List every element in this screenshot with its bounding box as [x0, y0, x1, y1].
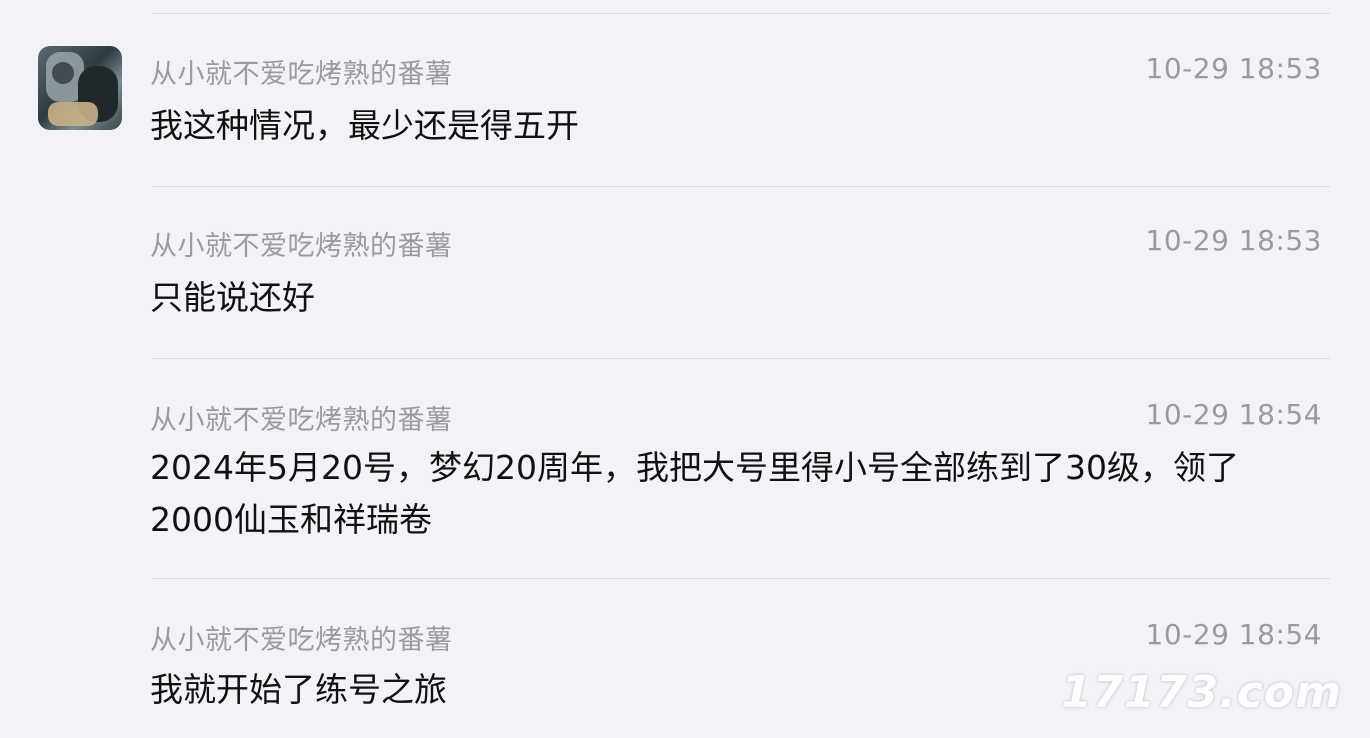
message-text: 2024年5月20号，梦幻20周年，我把大号里得小号全部练到了30级，领了200…: [150, 448, 1239, 539]
message-username[interactable]: 从小就不爱吃烤熟的番薯: [150, 224, 453, 263]
message-timestamp: 10-29 18:53: [1145, 224, 1322, 257]
divider: [152, 578, 1330, 579]
message-text: 我这种情况，最少还是得五开: [150, 106, 579, 145]
divider: [152, 186, 1330, 187]
message-timestamp: 10-29 18:53: [1145, 52, 1322, 85]
message-timestamp: 10-29 18:54: [1145, 618, 1322, 651]
divider: [152, 358, 1330, 359]
message-username[interactable]: 从小就不爱吃烤熟的番薯: [150, 398, 453, 437]
message-username[interactable]: 从小就不爱吃烤熟的番薯: [150, 618, 453, 657]
divider: [152, 13, 1330, 14]
site-watermark-logo: 17173.com: [1061, 667, 1342, 718]
chat-thread: 从小就不爱吃烤熟的番薯 10-29 18:53 我这种情况，最少还是得五开 从小…: [0, 0, 1370, 738]
message-text: 只能说还好: [150, 278, 315, 317]
avatar[interactable]: [38, 46, 122, 130]
message-username[interactable]: 从小就不爱吃烤熟的番薯: [150, 52, 453, 91]
message-timestamp: 10-29 18:54: [1145, 398, 1322, 431]
